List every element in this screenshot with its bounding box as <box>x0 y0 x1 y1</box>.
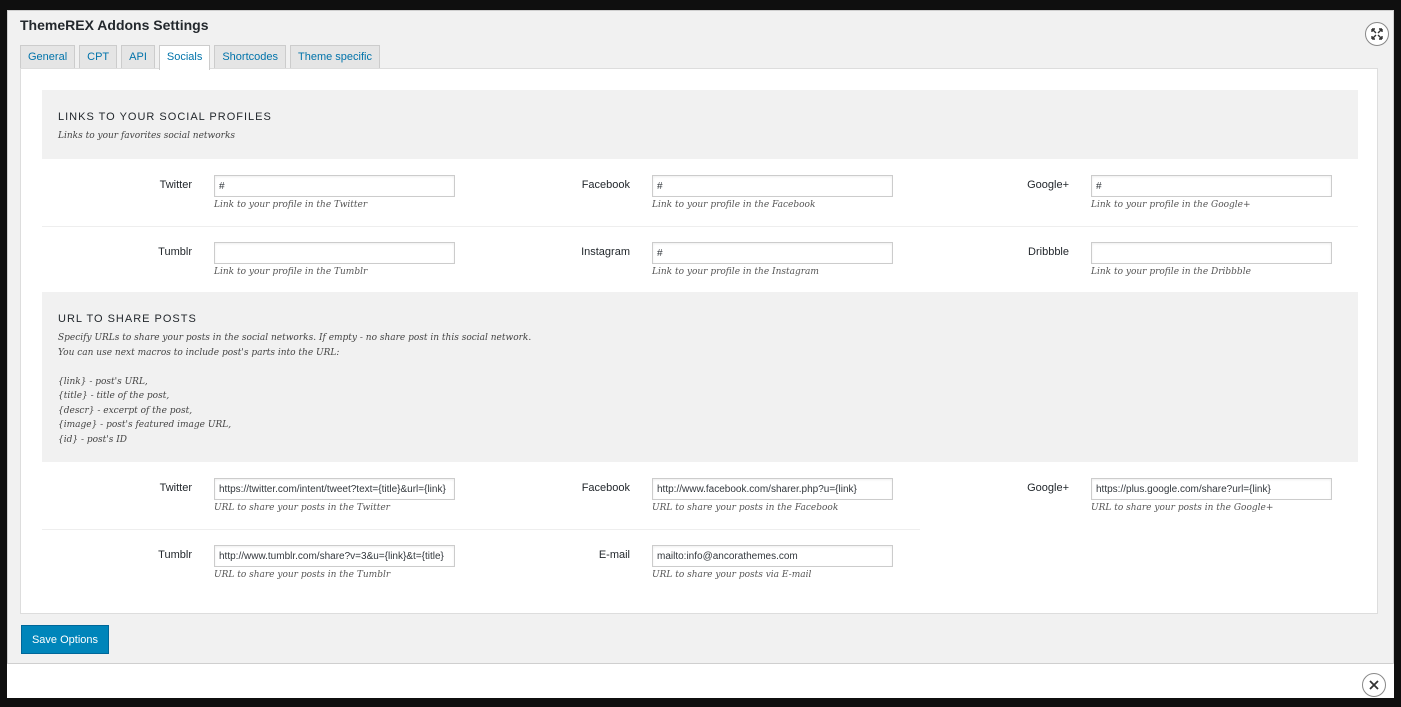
desc-line: {id} - post's ID <box>58 434 127 445</box>
tumblr-share-input[interactable] <box>214 545 455 567</box>
share-section-header: URL TO SHARE POSTS Specify URLs to share… <box>42 292 1358 462</box>
desc-line: You can use next macros to include post'… <box>58 347 340 358</box>
instagram-profile-input[interactable] <box>652 242 893 264</box>
googleplus-profile-input[interactable] <box>1091 175 1332 197</box>
field-label: Facebook <box>581 482 630 494</box>
section-title: LINKS TO YOUR SOCIAL PROFILES <box>58 111 272 123</box>
dribbble-profile-input[interactable] <box>1091 242 1332 264</box>
links-section-header: LINKS TO YOUR SOCIAL PROFILES Links to y… <box>42 90 1358 159</box>
field-label: Facebook <box>581 179 630 191</box>
field-hint: URL to share your posts in the Tumblr <box>214 570 391 580</box>
section-description: Specify URLs to share your posts in the … <box>58 331 531 447</box>
tab-shortcodes[interactable]: Shortcodes <box>214 45 286 69</box>
field-hint: URL to share your posts in the Twitter <box>214 503 390 513</box>
field-hint: URL to share your posts in the Google+ <box>1091 503 1274 513</box>
tab-content: LINKS TO YOUR SOCIAL PROFILES Links to y… <box>20 68 1378 614</box>
field-hint: URL to share your posts in the Facebook <box>652 503 839 513</box>
field-label: Twitter <box>159 482 192 494</box>
desc-line: {descr} - excerpt of the post, <box>58 405 193 416</box>
field-hint: URL to share your posts via E-mail <box>652 570 812 580</box>
tumblr-profile-input[interactable] <box>214 242 455 264</box>
field-label: Tumblr <box>158 549 192 561</box>
close-icon <box>1369 680 1379 690</box>
panel-title: ThemeREX Addons Settings <box>20 17 209 33</box>
desc-line: {image} - post's featured image URL, <box>58 420 232 430</box>
twitter-share-input[interactable] <box>214 478 455 500</box>
desc-line: {title} - title of the post, <box>58 391 170 401</box>
expand-button[interactable] <box>1365 22 1389 46</box>
close-button[interactable] <box>1362 673 1386 697</box>
field-hint: Link to your profile in the Facebook <box>652 200 816 210</box>
tab-socials[interactable]: Socials <box>158 45 211 70</box>
expand-icon <box>1371 28 1383 40</box>
tab-api[interactable]: API <box>121 45 155 69</box>
save-options-button[interactable]: Save Options <box>21 625 109 654</box>
field-hint: Link to your profile in the Google+ <box>1091 200 1251 210</box>
field-label: Google+ <box>1027 179 1069 191</box>
section-description: Links to your favorites social networks <box>58 131 236 141</box>
field-label: E-mail <box>598 549 630 561</box>
field-hint: Link to your profile in the Dribbble <box>1091 267 1251 277</box>
field-label: Instagram <box>581 246 630 258</box>
tab-theme-specific[interactable]: Theme specific <box>290 45 380 69</box>
email-share-input[interactable] <box>652 545 893 567</box>
modal-footer <box>7 664 1394 698</box>
field-label: Dribbble <box>1028 246 1069 258</box>
desc-line: {link} - post's URL, <box>58 376 148 387</box>
field-hint: Link to your profile in the Instagram <box>652 267 819 277</box>
facebook-share-input[interactable] <box>652 478 893 500</box>
row-divider <box>42 226 1358 227</box>
field-label: Twitter <box>159 179 192 191</box>
row-divider <box>42 529 920 530</box>
twitter-profile-input[interactable] <box>214 175 455 197</box>
field-hint: Link to your profile in the Tumblr <box>214 267 368 277</box>
field-label: Google+ <box>1027 482 1069 494</box>
desc-line: Specify URLs to share your posts in the … <box>58 333 532 343</box>
facebook-profile-input[interactable] <box>652 175 893 197</box>
settings-panel: ThemeREX Addons Settings General CPT API… <box>7 10 1394 664</box>
googleplus-share-input[interactable] <box>1091 478 1332 500</box>
tab-general[interactable]: General <box>20 45 76 69</box>
section-title: URL TO SHARE POSTS <box>58 313 197 325</box>
tab-cpt[interactable]: CPT <box>79 45 118 69</box>
desc-line <box>58 360 531 375</box>
field-label: Tumblr <box>158 246 192 258</box>
field-hint: Link to your profile in the Twitter <box>214 200 368 210</box>
settings-tabs: General CPT API Socials Shortcodes Theme… <box>20 45 380 70</box>
